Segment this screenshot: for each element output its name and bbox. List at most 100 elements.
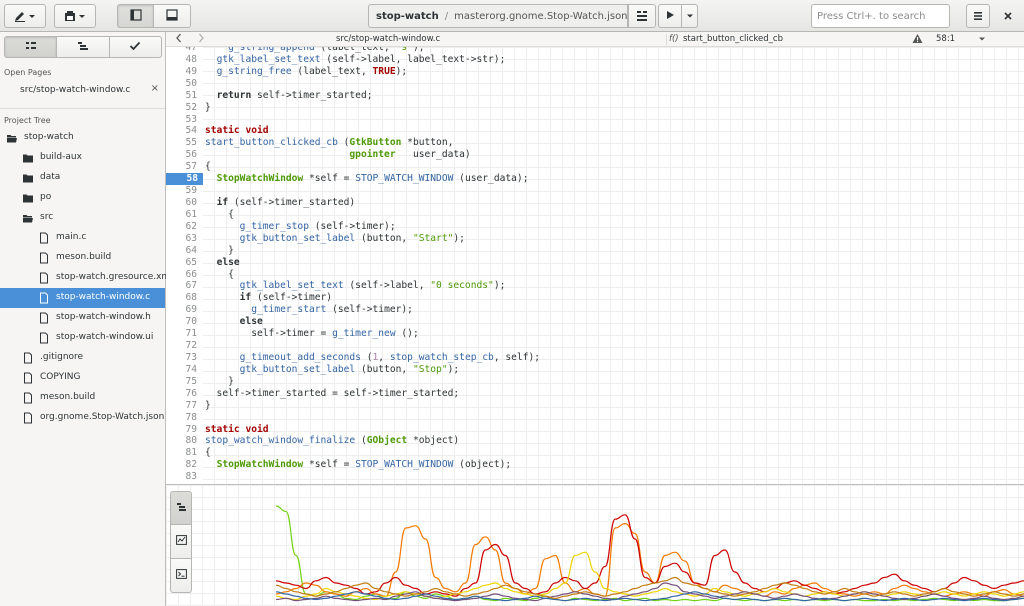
line-number[interactable]: 63 [166, 233, 197, 245]
code-line: 60 if (self->timer_started) [166, 197, 1024, 209]
line-number[interactable]: 51 [166, 90, 197, 102]
line-number[interactable]: 55 [166, 137, 197, 149]
line-number[interactable]: 76 [166, 388, 197, 400]
line-text: } [205, 399, 211, 411]
tab-project-tree[interactable] [4, 36, 58, 58]
line-number[interactable]: 69 [166, 304, 197, 316]
current-symbol[interactable]: start_button_clicked_cb [683, 34, 783, 44]
line-text: { [205, 161, 211, 173]
line-number[interactable]: 74 [166, 364, 197, 376]
tree-folder[interactable]: data [0, 168, 165, 188]
tab-todo[interactable] [109, 36, 162, 58]
tree-file[interactable]: stop-watch-window.ui [0, 328, 165, 348]
tab-profiler[interactable] [170, 525, 192, 559]
line-number[interactable]: 62 [166, 221, 197, 233]
folder-open-icon [6, 132, 18, 144]
tree-folder[interactable]: po [0, 188, 165, 208]
run-button[interactable] [658, 4, 682, 28]
line-text: gpointer user_data) [349, 149, 471, 161]
open-page-item[interactable]: src/stop-watch-window.c × [0, 80, 165, 100]
tree-folder[interactable]: stop-watch [0, 128, 165, 148]
line-text: else [216, 256, 240, 268]
line-number[interactable]: 50 [166, 78, 197, 90]
line-number[interactable]: 52 [166, 102, 197, 114]
tree-file[interactable]: stop-watch.gresource.xml [0, 268, 173, 288]
line-number[interactable]: 47 [166, 47, 197, 54]
tree-file[interactable]: main.c [0, 228, 165, 248]
line-number[interactable]: 72 [166, 340, 197, 352]
toggle-left-panel-button[interactable] [117, 4, 154, 28]
editor-menu-button[interactable] [4, 4, 46, 28]
tree-file[interactable]: COPYING [0, 368, 165, 388]
back-icon[interactable] [175, 32, 183, 47]
line-number[interactable]: 54 [166, 125, 197, 137]
line-text: if (self->timer) [239, 292, 333, 304]
tab-terminal[interactable] [170, 559, 192, 593]
line-number[interactable]: 64 [166, 245, 197, 257]
line-number[interactable]: 80 [166, 435, 197, 447]
close-icon [1003, 11, 1013, 21]
main-menu-button[interactable] [966, 4, 990, 28]
run-menu-button[interactable] [682, 4, 698, 28]
source-editor[interactable]: 47 g_string_append (label_text, "s"); 48 … [166, 47, 1024, 484]
warning-icon[interactable] [912, 33, 923, 47]
line-text: gtk_button_set_label (button, "Start"); [239, 232, 465, 244]
line-number[interactable]: 61 [166, 209, 197, 221]
line-number[interactable]: 56 [166, 149, 197, 161]
line-number[interactable]: 78 [166, 412, 197, 424]
line-number[interactable]: 77 [166, 400, 197, 412]
line-number[interactable]: 83 [166, 471, 197, 483]
line-number[interactable]: 48 [166, 54, 197, 66]
tab-symbols[interactable] [57, 36, 110, 58]
line-number[interactable]: 75 [166, 376, 197, 388]
line-number[interactable]: 66 [166, 269, 197, 281]
line-text: self->timer_started = self->timer_starte… [205, 387, 460, 399]
code-line: 63 gtk_button_set_label (button, "Start"… [166, 233, 1024, 245]
search-input[interactable] [811, 4, 950, 28]
document-menu-button[interactable] [54, 4, 96, 28]
tree-item-label: data [40, 172, 61, 182]
chevron-down-icon[interactable] [978, 35, 986, 46]
chart-icon [175, 535, 187, 548]
line-number[interactable]: 82 [166, 459, 197, 471]
line-number[interactable]: 81 [166, 447, 197, 459]
code-line: 56 gpointer user_data) [166, 149, 1024, 161]
tree-file[interactable]: stop-watch-window.c [0, 288, 165, 308]
activity-graph [275, 505, 1024, 602]
tabbar-separator [666, 34, 667, 45]
tree-folder[interactable]: build-aux [0, 148, 165, 168]
line-text: gtk_button_set_label (button, "Stop"); [239, 363, 460, 375]
line-number[interactable]: 60 [166, 197, 197, 209]
line-text: stop_watch_window_finalize (GObject *obj… [205, 435, 460, 447]
line-number[interactable]: 73 [166, 352, 197, 364]
line-number[interactable]: 58 [166, 173, 203, 186]
line-number[interactable]: 59 [166, 185, 197, 197]
tab-build-log[interactable] [170, 491, 192, 525]
line-number[interactable]: 68 [166, 292, 197, 304]
build-icon [636, 10, 648, 22]
tree-file[interactable]: meson.build [0, 248, 165, 268]
close-window-button[interactable] [996, 4, 1020, 28]
line-number[interactable]: 53 [166, 114, 197, 126]
code-line: 49 g_string_free (label_text, TRUE); [166, 66, 1024, 78]
tree-file[interactable]: stop-watch-window.h [0, 308, 165, 328]
line-number[interactable]: 67 [166, 280, 197, 292]
line-number[interactable]: 49 [166, 66, 197, 78]
tree-file[interactable]: org.gnome.Stop-Watch.json [0, 408, 165, 428]
code-line: 51 return self->timer_started; [166, 90, 1024, 102]
line-number[interactable]: 65 [166, 257, 197, 269]
build-menu-button[interactable] [628, 4, 656, 28]
sidebar: Open Pages src/stop-watch-window.c × Pro… [0, 32, 173, 606]
line-number[interactable]: 57 [166, 161, 197, 173]
tree-folder[interactable]: src [0, 208, 165, 228]
line-number[interactable]: 70 [166, 316, 197, 328]
run-group [658, 4, 698, 28]
line-number[interactable]: 71 [166, 328, 197, 340]
tree-file[interactable]: .gitignore [0, 348, 165, 368]
tree-file[interactable]: meson.build [0, 388, 165, 408]
toggle-bottom-panel-button[interactable] [154, 4, 191, 28]
forward-icon[interactable] [197, 32, 205, 47]
close-icon[interactable]: × [151, 83, 159, 94]
tree-item-label: stop-watch-window.ui [56, 332, 154, 342]
line-number[interactable]: 79 [166, 424, 197, 436]
